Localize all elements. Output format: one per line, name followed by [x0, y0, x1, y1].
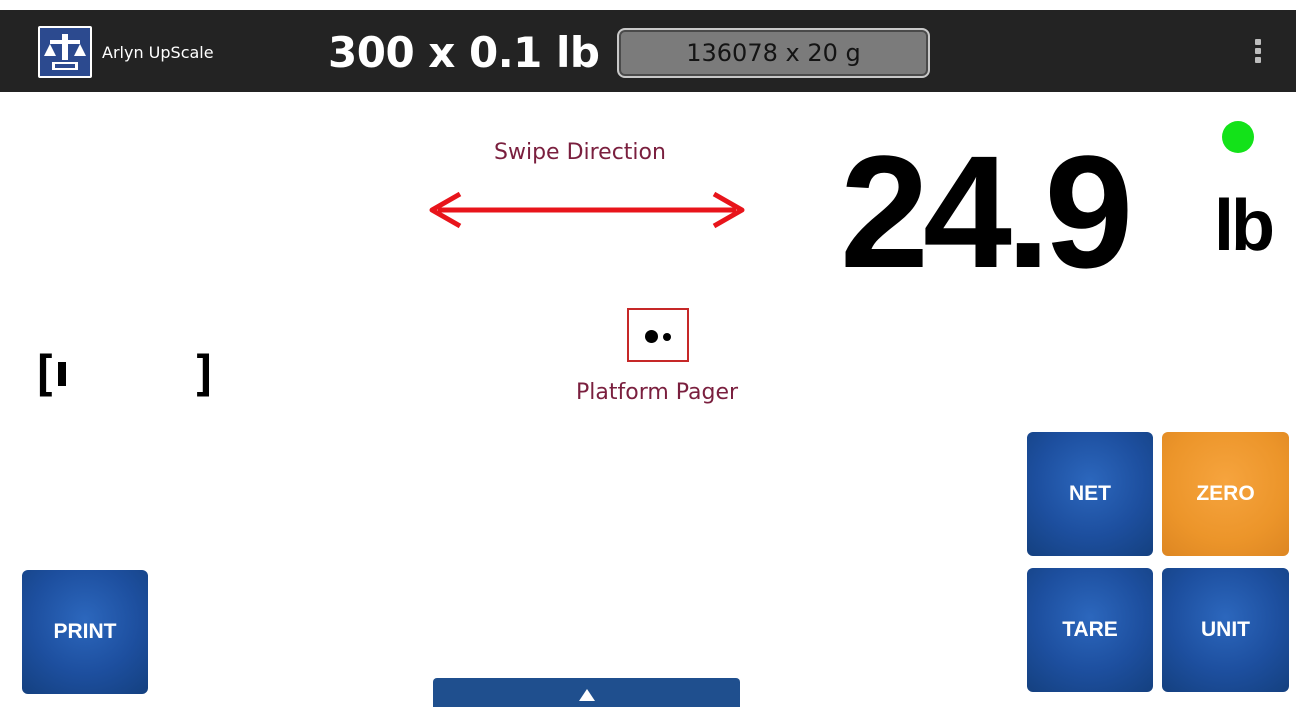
- zero-button-label: ZERO: [1196, 482, 1255, 505]
- platform-pager[interactable]: [627, 308, 689, 362]
- capacity-bar-graph: [ ]: [30, 346, 219, 402]
- app-bar: Arlyn UpScale 300 x 0.1 lb 136078 x 20 g: [0, 10, 1296, 92]
- tare-button[interactable]: TARE: [1027, 568, 1153, 692]
- weight-readout: 24.9: [840, 122, 1133, 301]
- capacity-lb-readout[interactable]: 300 x 0.1 lb: [328, 28, 600, 77]
- pager-dot-active: [645, 330, 658, 343]
- platform-pager-label: Platform Pager: [576, 380, 739, 405]
- net-button-label: NET: [1069, 482, 1111, 505]
- capacity-g-label: 136078 x 20 g: [686, 39, 861, 67]
- scale-logo-icon: [44, 34, 86, 70]
- chevron-up-icon: [578, 688, 595, 701]
- bar-graph-right-bracket: ]: [190, 346, 219, 402]
- pager-dot-inactive: [663, 333, 671, 341]
- swipe-direction-arrow-icon: [429, 191, 745, 229]
- weight-unit: lb: [1214, 186, 1275, 266]
- print-button-label: PRINT: [53, 620, 117, 643]
- print-button[interactable]: PRINT: [22, 570, 148, 694]
- bar-graph-fill: [58, 362, 66, 386]
- unit-button-label: UNIT: [1201, 618, 1250, 641]
- app-name: Arlyn UpScale: [102, 43, 214, 62]
- swipe-direction-label: Swipe Direction: [494, 140, 666, 165]
- tare-button-label: TARE: [1062, 618, 1118, 641]
- bar-graph-left-bracket: [: [30, 346, 59, 402]
- stable-status-indicator: [1222, 121, 1254, 153]
- unit-button[interactable]: UNIT: [1162, 568, 1289, 692]
- capacity-g-button[interactable]: 136078 x 20 g: [617, 28, 930, 78]
- app-logo[interactable]: [38, 26, 92, 78]
- overflow-menu-icon[interactable]: [1253, 39, 1263, 67]
- cropped-heading-text: [90, 0, 610, 4]
- cropped-heading-strip: [0, 0, 1296, 10]
- drawer-handle[interactable]: [433, 678, 740, 707]
- zero-button[interactable]: ZERO: [1162, 432, 1289, 556]
- net-button[interactable]: NET: [1027, 432, 1153, 556]
